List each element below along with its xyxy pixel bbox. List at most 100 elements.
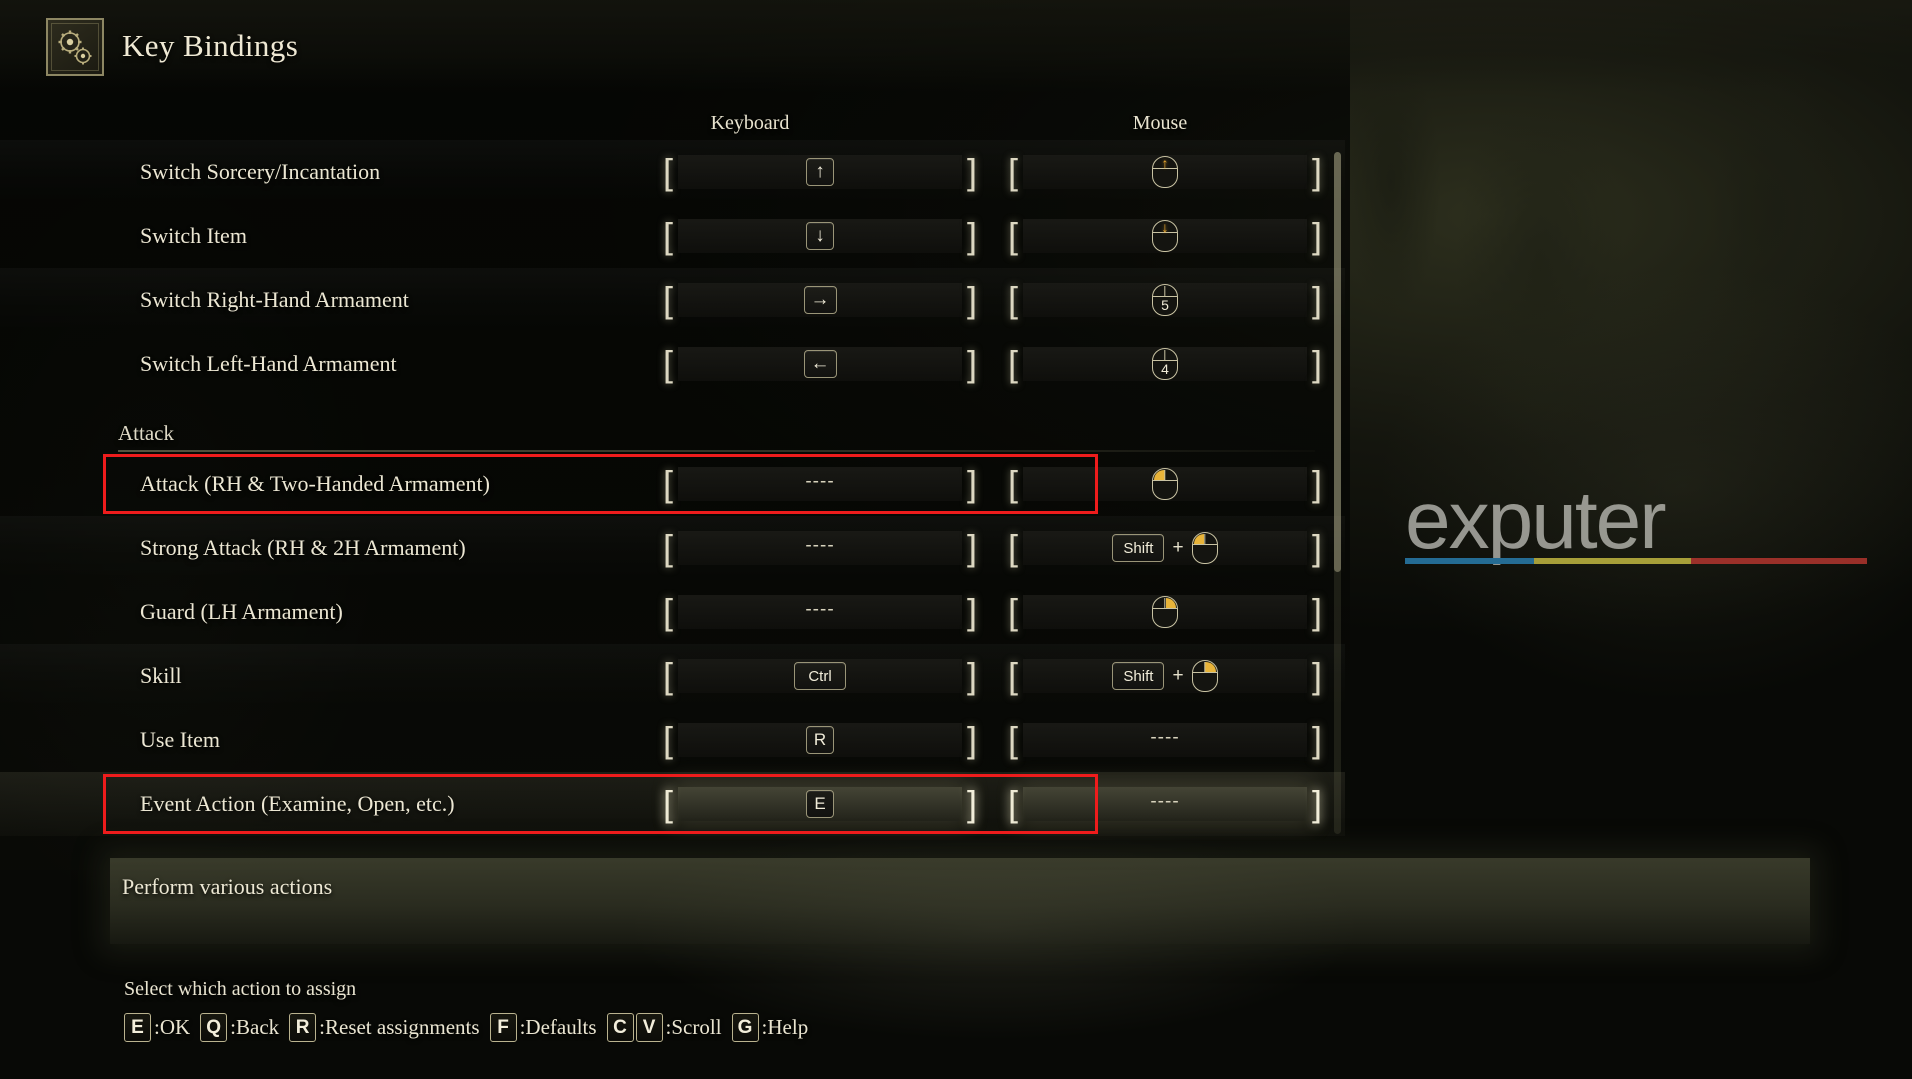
binding-value-mouse[interactable]: Shift + bbox=[1023, 531, 1307, 565]
table-row[interactable]: Skill [Ctrl] [Shift +] bbox=[0, 644, 1345, 708]
binding-value-mouse[interactable]: ---- bbox=[1023, 787, 1307, 821]
binding-value-mouse[interactable]: 4 bbox=[1023, 347, 1307, 381]
watermark-bar-0 bbox=[1405, 558, 1535, 564]
page-title: Key Bindings bbox=[122, 28, 299, 63]
binding-cell-keyboard[interactable]: [↓] bbox=[660, 214, 980, 258]
table-row[interactable]: Guard (LH Armament) [----] [] bbox=[0, 580, 1345, 644]
keycap-shift: Shift bbox=[1112, 534, 1165, 562]
binding-value-keyboard[interactable]: R bbox=[678, 723, 962, 757]
table-row[interactable]: Event Action (Examine, Open, etc.) [E] [--… bbox=[0, 772, 1345, 836]
bracket-right: ] bbox=[1311, 463, 1322, 504]
binding-cell-keyboard[interactable]: [→] bbox=[660, 278, 980, 322]
background-trees bbox=[1292, 0, 1912, 700]
footer-keycap-f: F bbox=[489, 1013, 517, 1042]
footer-action-label: :Help bbox=[761, 1015, 809, 1039]
column-header-keyboard: Keyboard bbox=[710, 112, 790, 134]
table-row[interactable]: Switch Item [↓] [↓] bbox=[0, 204, 1345, 268]
keycap-r: R bbox=[806, 726, 834, 754]
bracket-right: ] bbox=[966, 527, 977, 568]
key-bindings-screen: Key Bindings Keyboard Mouse Switch Sorce… bbox=[0, 0, 1912, 1079]
binding-value-keyboard[interactable]: ---- bbox=[678, 531, 962, 565]
mouse-wheel-stem bbox=[1203, 534, 1206, 544]
bracket-left: [ bbox=[662, 655, 673, 696]
binding-cell-keyboard[interactable]: [----] bbox=[660, 590, 980, 634]
binding-cell-keyboard[interactable]: [↑] bbox=[660, 150, 980, 194]
table-row[interactable]: Strong Attack (RH & 2H Armament)[----][S… bbox=[0, 516, 1345, 580]
plus-separator: + bbox=[1172, 537, 1184, 558]
bracket-left: [ bbox=[662, 527, 673, 568]
binding-cell-mouse[interactable]: [5] bbox=[1005, 278, 1325, 322]
mouse-divider bbox=[1153, 480, 1177, 482]
footer-hint-text: Select which action to assign bbox=[124, 978, 357, 1000]
binding-value-keyboard[interactable]: ↑ bbox=[678, 155, 962, 189]
key-bindings-list[interactable]: Switch Sorcery/Incantation[↑][↑] Switch I… bbox=[0, 140, 1345, 840]
footer-action-ok[interactable]: E:OK bbox=[124, 1013, 190, 1042]
mouse-wheel-stem bbox=[1203, 662, 1206, 672]
binding-cell-keyboard[interactable]: [----] bbox=[660, 462, 980, 506]
binding-cell-mouse[interactable]: [] bbox=[1005, 462, 1325, 506]
mouse-left-button-icon bbox=[1191, 532, 1218, 564]
footer-action-back[interactable]: Q:Back bbox=[200, 1013, 279, 1042]
binding-cell-keyboard[interactable]: [Ctrl] bbox=[660, 654, 980, 698]
binding-cell-keyboard[interactable]: [←] bbox=[660, 342, 980, 386]
binding-cell-mouse[interactable]: [----] bbox=[1005, 718, 1325, 762]
binding-value-keyboard[interactable]: E bbox=[678, 787, 962, 821]
bracket-left: [ bbox=[662, 279, 673, 320]
description-bar: Perform various actions bbox=[110, 858, 1810, 944]
binding-cell-mouse[interactable]: [----] bbox=[1005, 782, 1325, 826]
footer-action-label: :Defaults bbox=[519, 1015, 597, 1039]
keycap-: ← bbox=[803, 350, 837, 378]
bracket-right: ] bbox=[1311, 783, 1322, 824]
bracket-left: [ bbox=[662, 783, 673, 824]
bracket-right: ] bbox=[1311, 279, 1322, 320]
binding-value-mouse[interactable]: ↑ bbox=[1023, 155, 1307, 189]
binding-value-mouse[interactable]: ---- bbox=[1023, 723, 1307, 757]
bracket-left: [ bbox=[662, 463, 673, 504]
list-scrollbar-thumb[interactable] bbox=[1334, 152, 1341, 572]
binding-value-mouse[interactable] bbox=[1023, 467, 1307, 501]
bracket-right: ] bbox=[966, 783, 977, 824]
binding-value-mouse[interactable] bbox=[1023, 595, 1307, 629]
watermark-bar-2 bbox=[1691, 558, 1867, 564]
binding-value-mouse[interactable]: ↓ bbox=[1023, 219, 1307, 253]
binding-cell-keyboard[interactable]: [----] bbox=[660, 526, 980, 570]
binding-value-mouse[interactable]: 5 bbox=[1023, 283, 1307, 317]
table-row[interactable]: Attack (RH & Two-Handed Armament)[----][… bbox=[0, 452, 1345, 516]
footer-action-help[interactable]: G:Help bbox=[731, 1013, 809, 1042]
binding-cell-mouse[interactable]: [] bbox=[1005, 590, 1325, 634]
list-scrollbar-track[interactable] bbox=[1334, 152, 1341, 834]
bracket-right: ] bbox=[966, 591, 977, 632]
binding-value-keyboard[interactable]: ---- bbox=[678, 595, 962, 629]
binding-value-keyboard[interactable]: ↓ bbox=[678, 219, 962, 253]
table-row[interactable]: Switch Left-Hand Armament [←] [4] bbox=[0, 332, 1345, 396]
keycap-shift: Shift bbox=[1112, 662, 1165, 690]
footer-action-scroll[interactable]: C V:Scroll bbox=[606, 1013, 722, 1042]
keycap-: ↑ bbox=[806, 158, 834, 186]
binding-cell-mouse[interactable]: [Shift +] bbox=[1005, 526, 1325, 570]
binding-value-keyboard[interactable]: ← bbox=[678, 347, 962, 381]
table-row[interactable]: Switch Sorcery/Incantation [↑] [↑] bbox=[0, 140, 1345, 204]
action-label: Guard (LH Armament) bbox=[140, 599, 343, 624]
footer-action-reset-assignments[interactable]: R:Reset assignments bbox=[289, 1013, 480, 1042]
mouse-button-5-icon: 5 bbox=[1152, 284, 1178, 316]
binding-cell-keyboard[interactable]: [R] bbox=[660, 718, 980, 762]
binding-cell-mouse[interactable]: [↓] bbox=[1005, 214, 1325, 258]
action-label: Use Item bbox=[140, 727, 221, 752]
binding-cell-mouse[interactable]: [↑] bbox=[1005, 150, 1325, 194]
action-label: Switch Left-Hand Armament bbox=[140, 351, 397, 376]
binding-cell-mouse[interactable]: [Shift +] bbox=[1005, 654, 1325, 698]
table-row[interactable]: Switch Right-Hand Armament[→][5] bbox=[0, 268, 1345, 332]
bracket-right: ] bbox=[1311, 215, 1322, 256]
binding-cell-mouse[interactable]: [4] bbox=[1005, 342, 1325, 386]
binding-value-keyboard[interactable]: → bbox=[678, 283, 962, 317]
binding-value-keyboard[interactable]: ---- bbox=[678, 467, 962, 501]
footer-action-label: :OK bbox=[154, 1015, 191, 1039]
footer-action-defaults[interactable]: F:Defaults bbox=[489, 1013, 597, 1042]
bracket-left: [ bbox=[1007, 151, 1018, 192]
bracket-right: ] bbox=[966, 279, 977, 320]
binding-cell-keyboard[interactable]: [E] bbox=[660, 782, 980, 826]
binding-value-keyboard[interactable]: Ctrl bbox=[678, 659, 962, 693]
table-row[interactable]: Use Item [R] [----] bbox=[0, 708, 1345, 772]
binding-value-mouse[interactable]: Shift + bbox=[1023, 659, 1307, 693]
mouse-divider bbox=[1192, 672, 1217, 674]
